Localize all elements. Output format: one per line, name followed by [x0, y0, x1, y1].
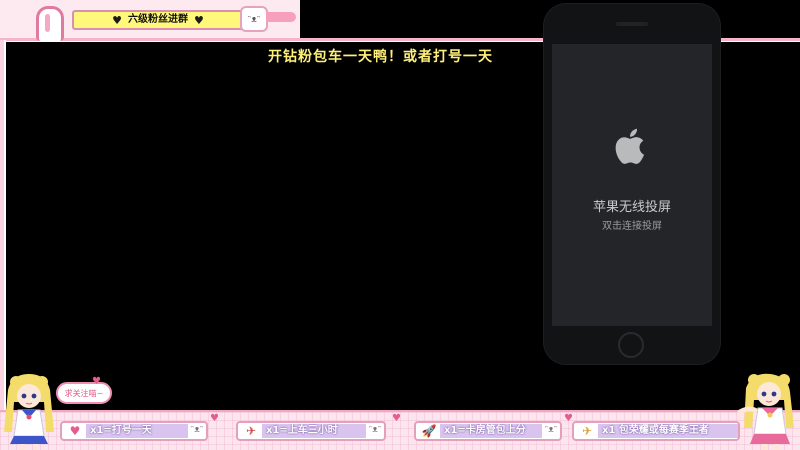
heart-icon: ♥ [392, 413, 401, 424]
screen-mirror-title: 苹果无线投屏 [592, 200, 671, 215]
group-invite-text: 六级粉丝进群 [128, 14, 188, 25]
frame-left-inner-border [4, 40, 6, 410]
gift-item-label: x1=上车三小时 [262, 424, 366, 438]
cat-face-icon: ᵔᴥᵔ [190, 425, 204, 435]
apple-logo-icon [615, 128, 644, 164]
bunny-ear-icon [36, 6, 64, 41]
heart-icon: ♥ [112, 13, 122, 27]
heart-icon: ♥ [92, 376, 101, 387]
gift-item-3: 🚀 x1=卡房管包上分 ᵔᴥᵔ [414, 421, 562, 441]
ribbon-decoration [266, 12, 296, 22]
heart-icon: ♥ [210, 413, 219, 424]
phone-screen[interactable]: 苹果无线投屏 双击连接投屏 [552, 44, 712, 326]
gift-item-label: x1 包荣耀或每赛季王者 [598, 424, 738, 438]
anime-character-left [4, 374, 54, 450]
phone-home-button [618, 332, 644, 358]
speech-bubble-text: 求关注喵~ [64, 388, 104, 398]
gift-item-label: x1=卡房管包上分 [440, 424, 542, 438]
plane-icon: ✈ [581, 424, 593, 438]
gift-item-2: ✈ x1=上车三小时 ᵔᴥᵔ [236, 421, 386, 441]
cat-face-icon: ᵔᴥᵔ [240, 6, 268, 32]
gift-heart-icon: ♥ [69, 424, 81, 438]
stream-overlay: ♥ 六级粉丝进群 ♥ ᵔᴥᵔ 开钻粉包车一天鸭！或者打号一天 苹果无线投屏 双击… [0, 0, 800, 450]
anime-character-right [737, 373, 794, 450]
announcement-text: 开钻粉包车一天鸭！或者打号一天 [268, 49, 493, 65]
phone-mirror-frame: 苹果无线投屏 双击连接投屏 [544, 4, 720, 364]
cat-face-glyph: ᵔᴥᵔ [247, 14, 261, 25]
gift-item-label: x1=打号一天 [86, 424, 188, 438]
speech-bubble: 求关注喵~ [56, 382, 112, 404]
rocket-icon: ✈ [245, 424, 257, 438]
cat-face-icon: ᵔᴥᵔ [544, 425, 558, 435]
gift-item-4: ✈ x1 包荣耀或每赛季王者 [572, 421, 740, 441]
phone-speaker [616, 22, 648, 26]
gift-item-1: ♥ x1=打号一天 ᵔᴥᵔ [60, 421, 208, 441]
rocket-icon: 🚀 [421, 424, 437, 438]
heart-icon: ♥ [194, 13, 204, 27]
screen-mirror-hint: 双击连接投屏 [602, 221, 662, 232]
cat-face-icon: ᵔᴥᵔ [368, 425, 382, 435]
group-invite-banner: ♥ 六级粉丝进群 ♥ [72, 10, 244, 30]
